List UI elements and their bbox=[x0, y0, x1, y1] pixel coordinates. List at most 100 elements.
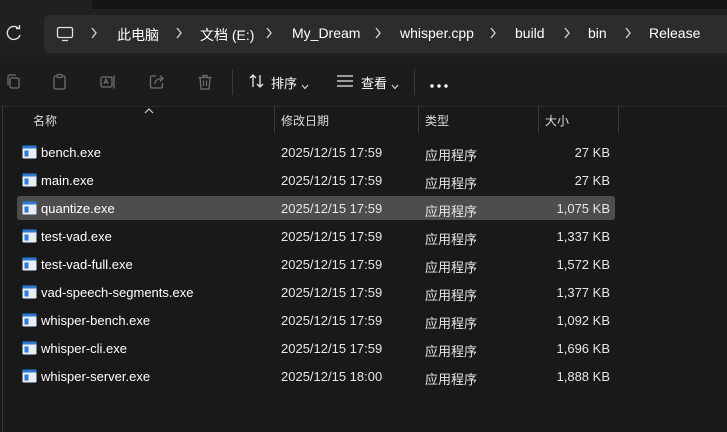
paste-icon[interactable] bbox=[51, 73, 69, 94]
file-size: 1,696 KB bbox=[556, 341, 611, 356]
file-date: 2025/12/15 17:59 bbox=[281, 173, 383, 188]
more-options-button[interactable] bbox=[426, 69, 452, 93]
file-date: 2025/12/15 17:59 bbox=[281, 341, 383, 356]
title-strip-dark bbox=[92, 0, 727, 9]
column-size[interactable]: 大小 bbox=[545, 112, 569, 129]
breadcrumb-build[interactable]: build bbox=[515, 25, 545, 41]
chevron-right-icon[interactable] bbox=[175, 27, 183, 42]
share-icon[interactable] bbox=[148, 73, 166, 94]
file-row[interactable]: test-vad-full.exe 2025/12/15 17:59 应用程序 … bbox=[17, 252, 615, 276]
view-label: 查看 bbox=[361, 76, 388, 91]
chevron-down-icon bbox=[301, 78, 309, 93]
exe-file-icon bbox=[22, 285, 37, 302]
navigation-bar: 此电脑 文档 (E:) My_Dream whisper.cpp build b… bbox=[0, 10, 727, 57]
file-date: 2025/12/15 17:59 bbox=[281, 145, 383, 160]
pane-divider bbox=[2, 106, 3, 432]
exe-file-icon bbox=[22, 369, 37, 386]
address-bar[interactable]: 此电脑 文档 (E:) My_Dream whisper.cpp build b… bbox=[44, 15, 727, 53]
file-name: main.exe bbox=[41, 173, 94, 188]
file-type: 应用程序 bbox=[425, 204, 478, 219]
file-row[interactable]: bench.exe 2025/12/15 17:59 应用程序 27 KB bbox=[17, 140, 615, 164]
file-name: vad-speech-segments.exe bbox=[41, 285, 194, 300]
file-type: 应用程序 bbox=[425, 288, 478, 303]
chevron-right-icon[interactable] bbox=[624, 27, 632, 42]
toolbar-divider bbox=[232, 69, 233, 95]
command-bar: 排序 查看 bbox=[0, 57, 727, 107]
file-size: 27 KB bbox=[574, 173, 610, 188]
column-type[interactable]: 类型 bbox=[425, 112, 449, 129]
file-size: 1,075 KB bbox=[556, 201, 611, 216]
column-name[interactable]: 名称 bbox=[33, 112, 57, 129]
file-type: 应用程序 bbox=[425, 316, 478, 331]
file-date: 2025/12/15 17:59 bbox=[281, 285, 383, 300]
breadcrumb-whisper-cpp[interactable]: whisper.cpp bbox=[400, 25, 474, 41]
breadcrumb-drive[interactable]: 文档 (E:) bbox=[200, 25, 254, 45]
exe-file-icon bbox=[22, 313, 37, 330]
file-row[interactable]: vad-speech-segments.exe 2025/12/15 17:59… bbox=[17, 280, 615, 304]
file-name: whisper-bench.exe bbox=[41, 313, 151, 328]
chevron-right-icon[interactable] bbox=[489, 27, 497, 42]
breadcrumb-this-pc[interactable]: 此电脑 bbox=[117, 25, 159, 45]
file-name: whisper-cli.exe bbox=[41, 341, 127, 356]
exe-file-icon bbox=[22, 201, 37, 218]
sort-button[interactable]: 排序 bbox=[246, 69, 312, 93]
file-date: 2025/12/15 17:59 bbox=[281, 201, 383, 216]
sort-label: 排序 bbox=[271, 76, 298, 91]
file-name: quantize.exe bbox=[41, 201, 115, 216]
file-date: 2025/12/15 17:59 bbox=[281, 229, 383, 244]
exe-file-icon bbox=[22, 341, 37, 358]
chevron-right-icon[interactable] bbox=[90, 27, 98, 42]
file-row-selected[interactable]: quantize.exe 2025/12/15 17:59 应用程序 1,075… bbox=[17, 196, 615, 220]
file-row[interactable]: test-vad.exe 2025/12/15 17:59 应用程序 1,337… bbox=[17, 224, 615, 248]
file-name: test-vad-full.exe bbox=[41, 257, 133, 272]
file-size: 1,337 KB bbox=[556, 229, 611, 244]
file-size: 1,377 KB bbox=[556, 285, 611, 300]
column-date-modified[interactable]: 修改日期 bbox=[281, 112, 329, 129]
rename-icon[interactable] bbox=[99, 73, 117, 94]
column-divider[interactable] bbox=[618, 106, 619, 133]
chevron-down-icon bbox=[391, 78, 399, 93]
file-type: 应用程序 bbox=[425, 372, 478, 387]
breadcrumb-my-dream[interactable]: My_Dream bbox=[292, 25, 360, 41]
toolbar-divider bbox=[414, 69, 415, 95]
column-header: 名称 修改日期 类型 大小 bbox=[0, 106, 727, 133]
file-row[interactable]: main.exe 2025/12/15 17:59 应用程序 27 KB bbox=[17, 168, 615, 192]
chevron-right-icon[interactable] bbox=[374, 27, 382, 42]
file-type: 应用程序 bbox=[425, 232, 478, 247]
file-row[interactable]: whisper-cli.exe 2025/12/15 17:59 应用程序 1,… bbox=[17, 336, 615, 360]
file-name: test-vad.exe bbox=[41, 229, 112, 244]
file-name: whisper-server.exe bbox=[41, 369, 151, 384]
file-row[interactable]: whisper-bench.exe 2025/12/15 17:59 应用程序 … bbox=[17, 308, 615, 332]
exe-file-icon bbox=[22, 229, 37, 246]
breadcrumb-release[interactable]: Release bbox=[649, 25, 700, 41]
delete-icon[interactable] bbox=[196, 73, 214, 94]
refresh-icon[interactable] bbox=[4, 23, 24, 43]
file-type: 应用程序 bbox=[425, 344, 478, 359]
computer-icon[interactable] bbox=[56, 26, 74, 45]
file-size: 1,092 KB bbox=[556, 313, 611, 328]
view-list-icon bbox=[336, 73, 354, 92]
sort-icon bbox=[248, 72, 266, 93]
column-divider[interactable] bbox=[274, 106, 275, 133]
exe-file-icon bbox=[22, 257, 37, 274]
chevron-right-icon[interactable] bbox=[563, 27, 571, 42]
file-type: 应用程序 bbox=[425, 148, 478, 163]
file-type: 应用程序 bbox=[425, 176, 478, 191]
column-divider[interactable] bbox=[418, 106, 419, 133]
file-type: 应用程序 bbox=[425, 260, 478, 275]
more-icon bbox=[429, 77, 449, 92]
sort-ascending-icon bbox=[144, 102, 154, 117]
file-size: 27 KB bbox=[574, 145, 610, 160]
title-strip bbox=[0, 0, 727, 10]
exe-file-icon bbox=[22, 145, 37, 162]
copy-icon[interactable] bbox=[5, 73, 23, 94]
file-date: 2025/12/15 17:59 bbox=[281, 313, 383, 328]
chevron-right-icon[interactable] bbox=[265, 27, 273, 42]
file-name: bench.exe bbox=[41, 145, 101, 160]
column-divider[interactable] bbox=[538, 106, 539, 133]
file-date: 2025/12/15 17:59 bbox=[281, 257, 383, 272]
view-button[interactable]: 查看 bbox=[334, 69, 402, 93]
file-row[interactable]: whisper-server.exe 2025/12/15 18:00 应用程序… bbox=[17, 364, 615, 388]
breadcrumb-bin[interactable]: bin bbox=[588, 25, 607, 41]
file-size: 1,888 KB bbox=[556, 369, 611, 384]
